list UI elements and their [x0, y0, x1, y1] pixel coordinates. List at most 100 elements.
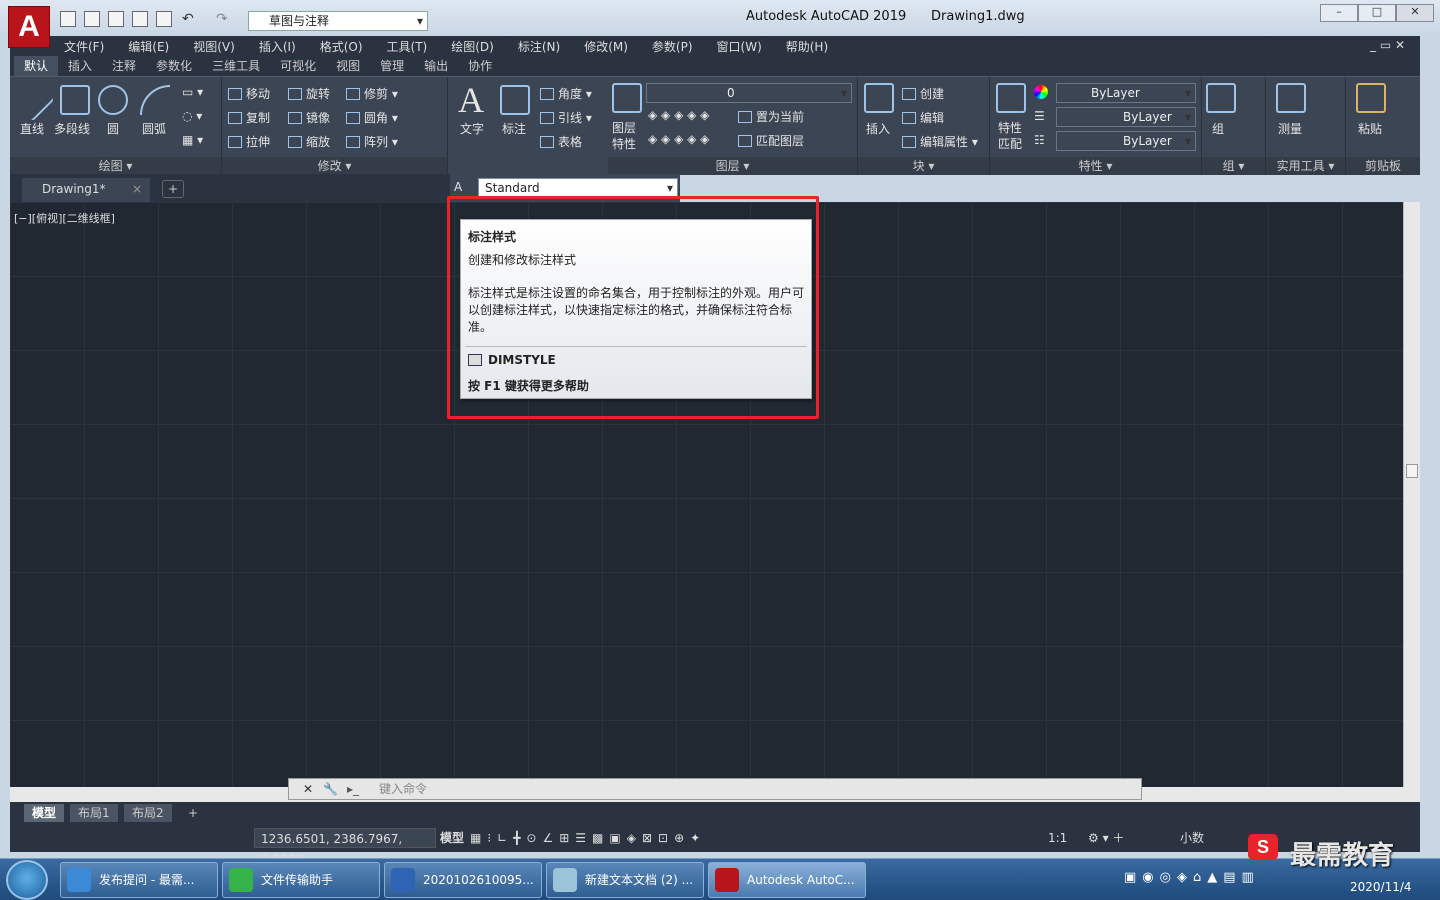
close-cmdline-icon[interactable]: ✕	[303, 779, 313, 799]
tab-annotate[interactable]: 注释	[102, 56, 146, 76]
groups-panel-title[interactable]: 组 ▾	[1202, 157, 1265, 175]
undo-icon[interactable]: ↶	[182, 11, 198, 27]
task-word[interactable]: 2020102610095...	[384, 862, 542, 898]
coordinates-readout[interactable]: 1236.6501, 2386.7967, 0.0000	[254, 828, 436, 866]
line-tool[interactable]: 直线	[20, 120, 44, 137]
tab-model[interactable]: 模型	[24, 804, 65, 822]
mirror-tool[interactable]: 镜像	[288, 109, 330, 126]
tab-layout2[interactable]: 布局2	[124, 804, 172, 822]
command-input[interactable]: 键入命令	[379, 782, 427, 796]
create-block-tool[interactable]: 创建	[902, 85, 944, 102]
tab-parametric[interactable]: 参数化	[146, 56, 202, 76]
minimize-button[interactable]: –	[1320, 4, 1358, 22]
measure-tool[interactable]: 测量	[1278, 120, 1302, 137]
app-logo-button[interactable]: A	[8, 6, 50, 48]
command-line[interactable]: ✕ 🔧 ▸_ 键入命令	[288, 778, 1142, 800]
match-layer-tool[interactable]: 匹配图层	[738, 132, 804, 149]
task-notepad[interactable]: 新建文本文档 (2) ...	[546, 862, 704, 898]
menu-window[interactable]: 窗口(W)	[717, 38, 762, 55]
drafting-toggles[interactable]: ▦⁝∟╋⊙∠⊞☰▩▣◈⊠⊡⊕✦	[470, 828, 706, 848]
fillet-tool[interactable]: 圆角 ▾	[346, 109, 398, 126]
match-properties-tool[interactable]: 特性 匹配	[998, 120, 1022, 152]
save-as-icon[interactable]	[132, 11, 148, 27]
menu-tools[interactable]: 工具(T)	[387, 38, 428, 55]
layers-panel-title[interactable]: 图层 ▾	[608, 157, 857, 175]
edit-block-tool[interactable]: 编辑	[902, 109, 944, 126]
layer-properties-tool[interactable]: 图层 特性	[612, 120, 636, 152]
arc-tool[interactable]: 圆弧	[142, 120, 166, 137]
tab-collaborate[interactable]: 协作	[458, 56, 502, 76]
close-button[interactable]: ✕	[1396, 4, 1434, 22]
rotate-tool[interactable]: 旋转	[288, 85, 330, 102]
menu-draw[interactable]: 绘图(D)	[451, 38, 494, 55]
text-tool[interactable]: 文字	[460, 120, 484, 137]
paste-tool[interactable]: 粘贴	[1358, 120, 1382, 137]
leader-tool[interactable]: 引线 ▾	[540, 109, 592, 126]
utilities-panel-title[interactable]: 实用工具 ▾	[1266, 157, 1345, 175]
text-style-select[interactable]: Standard	[478, 178, 678, 198]
customize-cmdline-icon[interactable]: 🔧	[323, 779, 338, 799]
add-layout-button[interactable]: +	[180, 804, 206, 822]
trim-tool[interactable]: 修剪 ▾	[346, 85, 398, 102]
layer-select[interactable]: 0	[646, 83, 852, 103]
set-current-layer-tool[interactable]: 置为当前	[738, 108, 804, 125]
dimension-tool[interactable]: 标注	[502, 120, 526, 137]
table-tool[interactable]: 表格	[540, 133, 582, 150]
layer-tools-row2[interactable]: ◈ ◈ ◈ ◈ ◈	[648, 132, 709, 146]
menu-modify[interactable]: 修改(M)	[584, 38, 628, 55]
menu-file[interactable]: 文件(F)	[64, 38, 104, 55]
tab-default[interactable]: 默认	[14, 56, 59, 76]
new-file-icon[interactable]	[60, 11, 76, 27]
circle-tool[interactable]: 圆	[107, 120, 119, 137]
vertical-scroll-thumb[interactable]	[1406, 464, 1418, 478]
rectangle-icon[interactable]: ▭ ▾	[182, 85, 203, 99]
task-autocad[interactable]: Autodesk AutoC...	[708, 862, 866, 898]
color-select[interactable]: ByLayer	[1056, 83, 1196, 103]
menu-view[interactable]: 视图(V)	[193, 38, 235, 55]
properties-panel-title[interactable]: 特性 ▾	[990, 157, 1201, 175]
block-panel-title[interactable]: 块 ▾	[858, 157, 989, 175]
polyline-tool[interactable]: 多段线	[54, 120, 90, 137]
clock-date[interactable]: 2020/11/4	[1350, 880, 1412, 894]
task-wechat[interactable]: 文件传输助手	[222, 862, 380, 898]
units-select[interactable]: 小数	[1180, 828, 1204, 848]
tab-manage[interactable]: 管理	[370, 56, 414, 76]
close-tab-icon[interactable]: ×	[132, 178, 142, 200]
tab-3d-tools[interactable]: 三维工具	[202, 56, 270, 76]
doc-window-controls[interactable]: _ ▭ ✕	[1370, 38, 1405, 52]
start-button[interactable]	[6, 860, 48, 900]
doc-tab-drawing1[interactable]: Drawing1* ×	[22, 178, 150, 202]
model-space-toggle[interactable]: 模型	[440, 828, 464, 848]
maximize-button[interactable]: □	[1358, 4, 1396, 22]
edit-attribute-tool[interactable]: 编辑属性 ▾	[902, 133, 978, 150]
hatch-icon[interactable]: ◌ ▾	[182, 109, 202, 123]
copy-tool[interactable]: 复制	[228, 109, 270, 126]
tab-view[interactable]: 视图	[326, 56, 370, 76]
open-file-icon[interactable]	[84, 11, 100, 27]
stretch-tool[interactable]: 拉伸	[228, 133, 270, 150]
system-tray-icons[interactable]: ▣◉◎◈⌂▲▤▥	[1124, 870, 1260, 885]
menu-edit[interactable]: 编辑(E)	[128, 38, 169, 55]
task-browser[interactable]: 发布提问 - 最需...	[60, 862, 218, 898]
angular-tool[interactable]: 角度 ▾	[540, 85, 592, 102]
draw-panel-title[interactable]: 绘图 ▾	[10, 157, 221, 175]
menu-parametric[interactable]: 参数(P)	[652, 38, 693, 55]
tab-insert[interactable]: 插入	[58, 56, 102, 76]
move-tool[interactable]: 移动	[228, 85, 270, 102]
redo-icon[interactable]: ↷	[216, 11, 232, 27]
viewport-controls[interactable]: [−][俯视][二维线框]	[14, 210, 115, 226]
menu-insert[interactable]: 插入(I)	[259, 38, 296, 55]
scale-tool[interactable]: 缩放	[288, 133, 330, 150]
modify-panel-title[interactable]: 修改 ▾	[222, 157, 447, 175]
array-tool[interactable]: 阵列 ▾	[346, 133, 398, 150]
workspace-select[interactable]: 草图与注释	[248, 11, 428, 31]
workspace-gear-icon[interactable]: ⚙ ▾ ＋	[1088, 828, 1124, 848]
menu-format[interactable]: 格式(O)	[320, 38, 363, 55]
layer-tools-row1[interactable]: ◈ ◈ ◈ ◈ ◈	[648, 108, 709, 122]
menu-help[interactable]: 帮助(H)	[786, 38, 828, 55]
new-tab-button[interactable]: +	[162, 180, 184, 198]
tab-output[interactable]: 输出	[414, 56, 458, 76]
gradient-icon[interactable]: ▦ ▾	[182, 133, 203, 147]
print-icon[interactable]	[156, 11, 172, 27]
annotation-scale[interactable]: 1:1	[1048, 828, 1067, 848]
